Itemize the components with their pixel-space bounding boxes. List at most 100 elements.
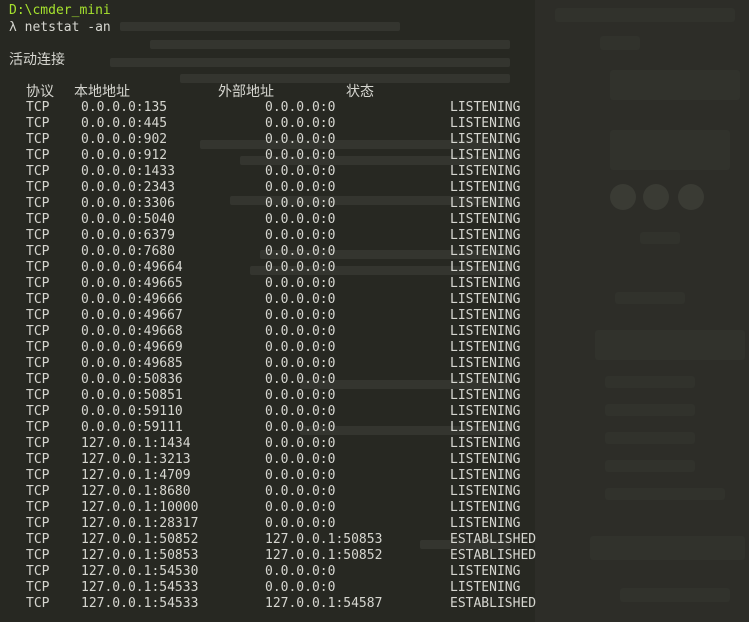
row-protocol: TCP [26, 100, 50, 115]
row-foreign-address: 0.0.0.0:0 [265, 340, 336, 355]
row-foreign-address: 0.0.0.0:0 [265, 228, 336, 243]
row-state: LISTENING [450, 132, 521, 147]
row-protocol: TCP [26, 388, 50, 403]
row-local-address: 0.0.0.0:59111 [81, 420, 183, 435]
table-row: TCP 0.0.0.0:6379 0.0.0.0:0 LISTENING [0, 228, 749, 244]
table-row: TCP 0.0.0.0:7680 0.0.0.0:0 LISTENING [0, 244, 749, 260]
row-protocol: TCP [26, 356, 50, 371]
table-row: TCP 127.0.0.1:3213 0.0.0.0:0 LISTENING [0, 452, 749, 468]
column-header-state: 状态 [346, 84, 374, 100]
row-state: LISTENING [450, 564, 521, 579]
row-foreign-address: 0.0.0.0:0 [265, 212, 336, 227]
row-protocol: TCP [26, 452, 50, 467]
column-header-local-address: 本地地址 [74, 84, 130, 100]
table-row: TCP 127.0.0.1:10000 0.0.0.0:0 LISTENING [0, 500, 749, 516]
row-local-address: 127.0.0.1:50852 [81, 532, 199, 547]
table-row: TCP 0.0.0.0:49668 0.0.0.0:0 LISTENING [0, 324, 749, 340]
row-foreign-address: 0.0.0.0:0 [265, 452, 336, 467]
row-state: LISTENING [450, 340, 521, 355]
row-local-address: 0.0.0.0:445 [81, 116, 168, 131]
row-state: LISTENING [450, 196, 521, 211]
row-local-address: 0.0.0.0:902 [81, 132, 168, 147]
table-row: TCP 127.0.0.1:28317 0.0.0.0:0 LISTENING [0, 516, 749, 532]
table-row: TCP 0.0.0.0:5040 0.0.0.0:0 LISTENING [0, 212, 749, 228]
row-protocol: TCP [26, 196, 50, 211]
row-foreign-address: 0.0.0.0:0 [265, 260, 336, 275]
row-local-address: 0.0.0.0:3306 [81, 196, 175, 211]
table-row: TCP 127.0.0.1:50852 127.0.0.1:50853 ESTABLI… [0, 532, 749, 548]
row-state: LISTENING [450, 100, 521, 115]
command-line[interactable]: λ netstat -an [9, 20, 111, 36]
row-foreign-address: 0.0.0.0:0 [265, 436, 336, 451]
row-local-address: 127.0.0.1:54533 [81, 596, 199, 611]
row-foreign-address: 0.0.0.0:0 [265, 276, 336, 291]
row-state: LISTENING [450, 116, 521, 131]
row-local-address: 127.0.0.1:3213 [81, 452, 191, 467]
row-local-address: 0.0.0.0:49667 [81, 308, 183, 323]
row-foreign-address: 0.0.0.0:0 [265, 132, 336, 147]
table-row: TCP 0.0.0.0:912 0.0.0.0:0 LISTENING [0, 148, 749, 164]
row-state: LISTENING [450, 484, 521, 499]
row-foreign-address: 0.0.0.0:0 [265, 500, 336, 515]
row-state: LISTENING [450, 276, 521, 291]
row-foreign-address: 0.0.0.0:0 [265, 148, 336, 163]
row-local-address: 0.0.0.0:6379 [81, 228, 175, 243]
row-foreign-address: 0.0.0.0:0 [265, 292, 336, 307]
row-foreign-address: 127.0.0.1:50853 [265, 532, 383, 547]
table-row: TCP 0.0.0.0:49685 0.0.0.0:0 LISTENING [0, 356, 749, 372]
row-local-address: 127.0.0.1:4709 [81, 468, 191, 483]
row-foreign-address: 0.0.0.0:0 [265, 388, 336, 403]
row-protocol: TCP [26, 340, 50, 355]
table-row: TCP 0.0.0.0:49664 0.0.0.0:0 LISTENING [0, 260, 749, 276]
row-protocol: TCP [26, 164, 50, 179]
row-state: LISTENING [450, 452, 521, 467]
table-row: TCP 0.0.0.0:50836 0.0.0.0:0 LISTENING [0, 372, 749, 388]
table-row: TCP 0.0.0.0:50851 0.0.0.0:0 LISTENING [0, 388, 749, 404]
row-state: LISTENING [450, 388, 521, 403]
row-protocol: TCP [26, 596, 50, 611]
row-state: ESTABLISHED [450, 548, 537, 563]
table-row: TCP 127.0.0.1:54530 0.0.0.0:0 LISTENING [0, 564, 749, 580]
table-row: TCP 0.0.0.0:49665 0.0.0.0:0 LISTENING [0, 276, 749, 292]
row-state: LISTENING [450, 404, 521, 419]
row-state: LISTENING [450, 180, 521, 195]
row-local-address: 0.0.0.0:50851 [81, 388, 183, 403]
row-state: LISTENING [450, 356, 521, 371]
row-local-address: 0.0.0.0:5040 [81, 212, 175, 227]
prompt-symbol: λ [9, 20, 17, 35]
column-header-protocol: 协议 [26, 84, 54, 100]
table-row: TCP 0.0.0.0:59110 0.0.0.0:0 LISTENING [0, 404, 749, 420]
row-state: LISTENING [450, 228, 521, 243]
row-foreign-address: 0.0.0.0:0 [265, 308, 336, 323]
row-local-address: 127.0.0.1:1434 [81, 436, 191, 451]
row-foreign-address: 0.0.0.0:0 [265, 196, 336, 211]
row-local-address: 127.0.0.1:54530 [81, 564, 199, 579]
row-state: LISTENING [450, 468, 521, 483]
row-local-address: 127.0.0.1:28317 [81, 516, 199, 531]
row-state: ESTABLISHED [450, 596, 537, 611]
row-local-address: 0.0.0.0:912 [81, 148, 168, 163]
table-row: TCP 127.0.0.1:8680 0.0.0.0:0 LISTENING [0, 484, 749, 500]
row-protocol: TCP [26, 500, 50, 515]
row-local-address: 0.0.0.0:49664 [81, 260, 183, 275]
row-protocol: TCP [26, 516, 50, 531]
row-protocol: TCP [26, 468, 50, 483]
row-foreign-address: 0.0.0.0:0 [265, 356, 336, 371]
row-foreign-address: 127.0.0.1:50852 [265, 548, 383, 563]
terminal-window[interactable]: D:\cmder_mini λ netstat -an 活动连接 协议 本地地址… [0, 0, 749, 622]
row-local-address: 0.0.0.0:2343 [81, 180, 175, 195]
row-protocol: TCP [26, 436, 50, 451]
row-state: LISTENING [450, 148, 521, 163]
table-row: TCP 127.0.0.1:54533 0.0.0.0:0 LISTENING [0, 580, 749, 596]
row-state: LISTENING [450, 308, 521, 323]
row-protocol: TCP [26, 404, 50, 419]
row-foreign-address: 0.0.0.0:0 [265, 484, 336, 499]
row-local-address: 127.0.0.1:8680 [81, 484, 191, 499]
row-protocol: TCP [26, 420, 50, 435]
row-local-address: 0.0.0.0:135 [81, 100, 168, 115]
table-row: TCP 127.0.0.1:50853 127.0.0.1:50852 ESTABLI… [0, 548, 749, 564]
row-protocol: TCP [26, 484, 50, 499]
row-local-address: 0.0.0.0:7680 [81, 244, 175, 259]
row-foreign-address: 0.0.0.0:0 [265, 116, 336, 131]
row-local-address: 0.0.0.0:49665 [81, 276, 183, 291]
